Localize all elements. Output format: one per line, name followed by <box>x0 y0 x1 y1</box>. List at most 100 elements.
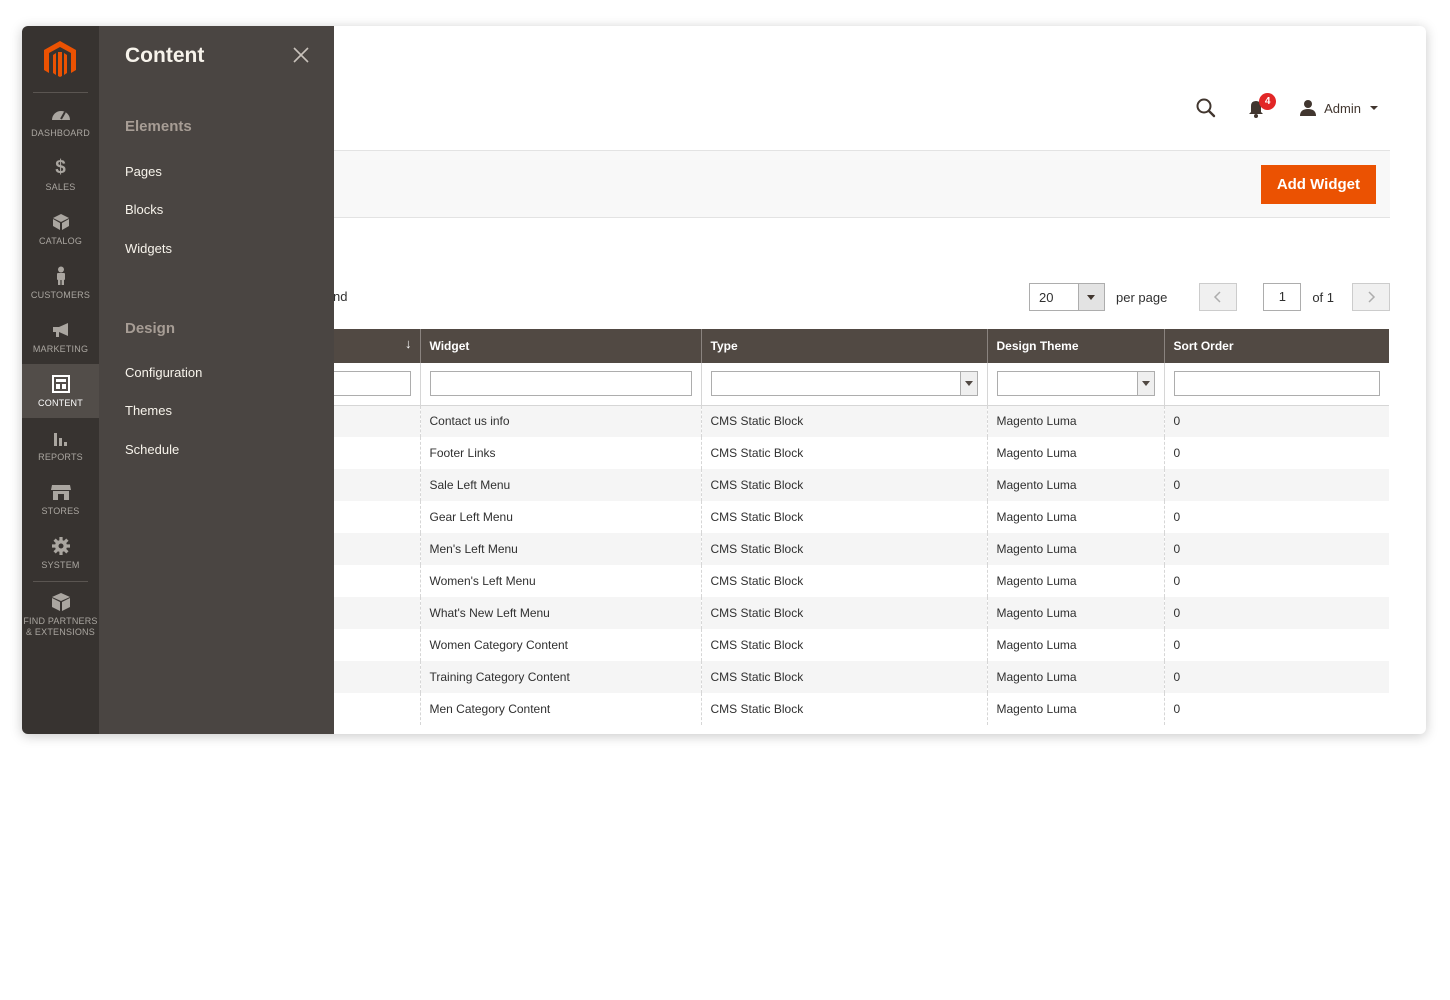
content-submenu: Content Elements Pages Blocks Widgets De… <box>99 26 334 734</box>
magento-logo-icon <box>44 41 76 77</box>
submenu-link-themes[interactable]: Themes <box>125 403 172 418</box>
search-icon[interactable] <box>1193 95 1219 121</box>
theme-cell: Magento Luma <box>987 501 1165 533</box>
per-page-label: per page <box>1115 289 1168 305</box>
current-page-input[interactable]: 1 <box>1263 283 1302 311</box>
widget-cell: What's New Left Menu <box>420 597 702 629</box>
theme-cell: Magento Luma <box>987 629 1165 661</box>
nav-item-marketing[interactable]: Marketing <box>22 310 99 364</box>
nav-item-label: Stores <box>41 506 80 516</box>
bar-chart-icon <box>50 427 72 449</box>
theme-cell: Magento Luma <box>987 405 1165 437</box>
nav-item-label: Customers <box>30 290 91 300</box>
layout-icon <box>50 373 72 395</box>
notification-count-badge: 4 <box>1259 93 1277 110</box>
close-icon[interactable] <box>290 44 312 66</box>
theme-cell: Magento Luma <box>987 437 1165 469</box>
sort-order-cell: 0 <box>1164 501 1389 533</box>
submenu-title: Content <box>125 44 205 67</box>
pager: 20 per page 1 of 1 <box>1028 283 1390 311</box>
per-page-select[interactable]: 20 <box>1028 283 1105 311</box>
nav-item-find-partners[interactable]: Find Partners & Extensions <box>22 586 99 642</box>
nav-item-content[interactable]: Content <box>22 364 99 418</box>
sort-arrow-icon: ↓ <box>405 336 412 351</box>
next-page-button[interactable] <box>1352 283 1390 311</box>
nav-item-label: Reports <box>38 452 83 462</box>
id-filter-input[interactable] <box>321 371 411 397</box>
nav-item-label: System <box>41 560 80 570</box>
type-cell: CMS Static Block <box>701 437 988 469</box>
submenu-group-elements: Elements <box>125 118 192 135</box>
widget-cell: Men Category Content <box>420 693 702 725</box>
type-cell: CMS Static Block <box>701 469 988 501</box>
magento-logo[interactable] <box>42 40 78 80</box>
theme-cell: Magento Luma <box>987 469 1165 501</box>
nav-item-dashboard[interactable]: Dashboard <box>22 94 99 148</box>
notifications-button[interactable]: 4 <box>1249 93 1279 121</box>
submenu-link-configuration[interactable]: Configuration <box>125 365 202 380</box>
nav-item-label: Marketing <box>32 344 89 354</box>
person-icon <box>50 265 72 287</box>
theme-cell: Magento Luma <box>987 693 1165 725</box>
submenu-link-pages[interactable]: Pages <box>125 164 162 179</box>
per-page-value: 20 <box>1038 289 1054 305</box>
nav-item-customers[interactable]: Customers <box>22 256 99 310</box>
submenu-link-widgets[interactable]: Widgets <box>125 241 172 256</box>
sort-order-cell: 0 <box>1164 533 1389 565</box>
sort-order-cell: 0 <box>1164 469 1389 501</box>
user-menu[interactable]: Admin <box>1299 99 1378 117</box>
widget-cell: Training Category Content <box>420 661 702 693</box>
chevron-left-icon <box>1214 291 1221 303</box>
add-widget-button[interactable]: Add Widget <box>1260 165 1376 204</box>
type-cell: CMS Static Block <box>701 597 988 629</box>
sort-order-cell: 0 <box>1164 597 1389 629</box>
submenu-group-design: Design <box>125 320 176 337</box>
widget-cell: Women Category Content <box>420 629 702 661</box>
sort-order-cell: 0 <box>1164 661 1389 693</box>
chevron-right-icon <box>1368 291 1376 303</box>
widget-cell: Women's Left Menu <box>420 565 702 597</box>
sort-order-cell: 0 <box>1164 437 1389 469</box>
sort-order-cell: 0 <box>1164 629 1389 661</box>
nav-items: Dashboard $ Sales Catalog Customers <box>22 94 99 580</box>
theme-cell: Magento Luma <box>987 661 1165 693</box>
nav-item-label: & Extensions <box>26 626 95 637</box>
column-header-sort-order[interactable]: Sort Order <box>1164 329 1389 363</box>
nav-item-label: Content <box>38 398 83 408</box>
widget-cell: Sale Left Menu <box>420 469 702 501</box>
type-filter-select[interactable] <box>710 371 978 397</box>
nav-item-reports[interactable]: Reports <box>22 418 99 472</box>
nav-item-label: Find Partners <box>23 615 98 626</box>
column-header-design-theme[interactable]: Design Theme <box>987 329 1165 363</box>
user-icon <box>1300 100 1317 116</box>
widget-filter-input[interactable] <box>429 371 692 397</box>
nav-item-stores[interactable]: Stores <box>22 472 99 526</box>
chevron-down-icon <box>1370 106 1378 110</box>
chevron-down-icon <box>1077 284 1104 310</box>
column-header-widget[interactable]: Widget <box>420 329 702 363</box>
total-pages-label: of 1 <box>1312 289 1334 305</box>
design-theme-filter-select[interactable] <box>996 371 1155 397</box>
dollar-icon: $ <box>55 157 66 178</box>
type-cell: CMS Static Block <box>701 501 988 533</box>
type-cell: CMS Static Block <box>701 565 988 597</box>
column-header-type[interactable]: Type <box>701 329 988 363</box>
megaphone-icon <box>50 319 72 341</box>
submenu-link-blocks[interactable]: Blocks <box>125 202 163 217</box>
nav-item-sales[interactable]: $ Sales <box>22 148 99 202</box>
nav-divider <box>33 581 88 582</box>
type-cell: CMS Static Block <box>701 405 988 437</box>
previous-page-button[interactable] <box>1199 283 1238 311</box>
sort-order-cell: 0 <box>1164 693 1389 725</box>
nav-item-system[interactable]: System <box>22 526 99 580</box>
sort-order-filter-input[interactable] <box>1173 371 1380 397</box>
submenu-link-schedule[interactable]: Schedule <box>125 442 179 457</box>
sort-order-cell: 0 <box>1164 405 1389 437</box>
nav-divider <box>33 92 88 93</box>
nav-item-catalog[interactable]: Catalog <box>22 202 99 256</box>
header-actions: 4 Admin <box>1193 93 1378 122</box>
type-cell: CMS Static Block <box>701 629 988 661</box>
cube-icon <box>50 211 72 233</box>
nav-item-label: Sales <box>45 182 76 192</box>
sort-order-cell: 0 <box>1164 565 1389 597</box>
